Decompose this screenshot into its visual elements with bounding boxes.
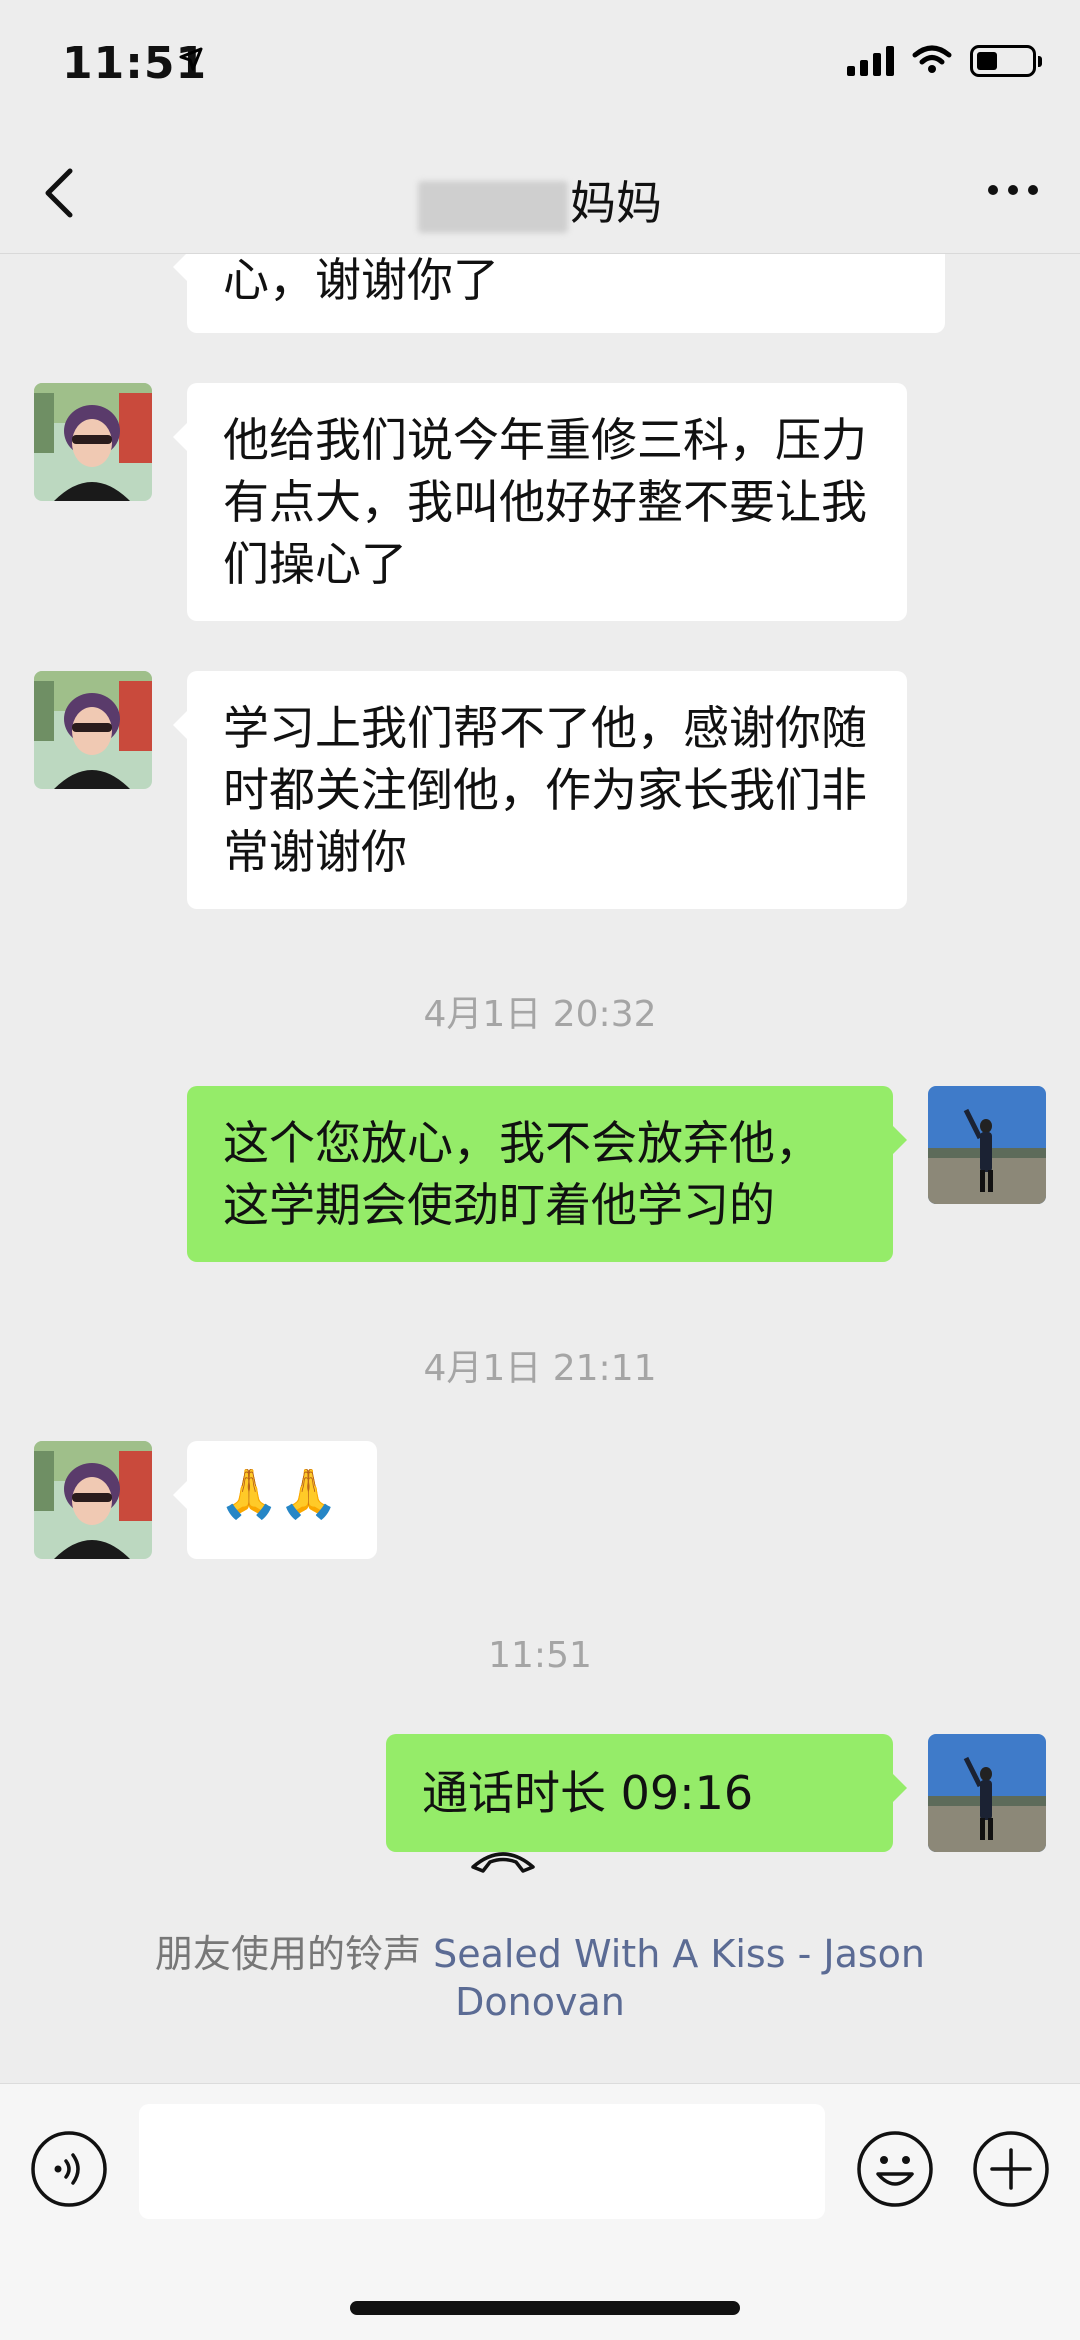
chat-header: 妈妈 [0, 135, 1080, 254]
emoji-button[interactable] [856, 2130, 934, 2212]
chat-title-text: 妈妈 [570, 176, 662, 230]
message-text: 学习上我们帮不了他，感谢你随时都关注倒他，作为家长我们非常谢谢你 [223, 701, 867, 879]
message-list: 心，谢谢你了 他给我们说今年重修三科，压力有点大，我叫他好好整不要让我们操心了 [0, 213, 1080, 2083]
message-text: 这个您放心，我不会放弃他，这学期会使劲盯着他学习的 [223, 1116, 821, 1232]
wifi-icon [912, 44, 952, 78]
voice-button[interactable] [30, 2130, 108, 2212]
battery-icon [970, 45, 1042, 77]
message-text: 🙏🙏 [219, 1466, 339, 1522]
message-bubble[interactable]: 🙏🙏 [173, 1441, 377, 1559]
contact-avatar[interactable] [34, 671, 152, 789]
message-text: 心，谢谢你了 [223, 253, 499, 307]
ringtone-prefix: 朋友使用的铃声 [154, 1932, 434, 1976]
message-bubble[interactable]: 这个您放心，我不会放弃他，这学期会使劲盯着他学习的 [187, 1086, 907, 1262]
status-bar: 11:51 [0, 0, 1080, 135]
redacted-name [418, 180, 568, 233]
timestamp: 4月1日 20:32 [423, 994, 657, 1035]
home-indicator[interactable] [350, 2301, 740, 2315]
more-button[interactable] [988, 185, 1038, 195]
location-arrow-icon [178, 46, 204, 76]
ringtone-notice: 朋友使用的铃声 Sealed With A Kiss - Jason Donov… [120, 1930, 960, 2026]
contact-avatar[interactable] [34, 383, 152, 501]
plus-icon [973, 2131, 1049, 2207]
emoji-icon [857, 2131, 933, 2207]
timestamp: 11:51 [488, 1635, 592, 1676]
message-text: 他给我们说今年重修三科，压力有点大，我叫他好好整不要让我们操心了 [223, 413, 867, 591]
timestamp: 4月1日 21:11 [423, 1348, 657, 1389]
message-bubble[interactable]: 学习上我们帮不了他，感谢你随时都关注倒他，作为家长我们非常谢谢你 [173, 671, 907, 909]
ringtone-song-link[interactable]: Sealed With A Kiss - Jason Donovan [433, 1932, 925, 2024]
phone-hangup-icon [468, 1828, 538, 1890]
message-input[interactable] [139, 2104, 825, 2219]
contact-avatar[interactable] [34, 1441, 152, 1559]
user-avatar[interactable] [928, 1086, 1046, 1204]
user-avatar[interactable] [928, 1734, 1046, 1852]
cellular-signal-icon [847, 46, 894, 76]
plus-button[interactable] [972, 2130, 1050, 2212]
message-bubble[interactable]: 他给我们说今年重修三科，压力有点大，我叫他好好整不要让我们操心了 [173, 383, 907, 621]
chat-title: 妈妈 [0, 167, 1080, 233]
call-duration: 通话时长 09:16 [422, 1766, 754, 1820]
voice-icon [31, 2131, 107, 2207]
call-record-bubble[interactable]: 通话时长 09:16 [386, 1734, 907, 1873]
